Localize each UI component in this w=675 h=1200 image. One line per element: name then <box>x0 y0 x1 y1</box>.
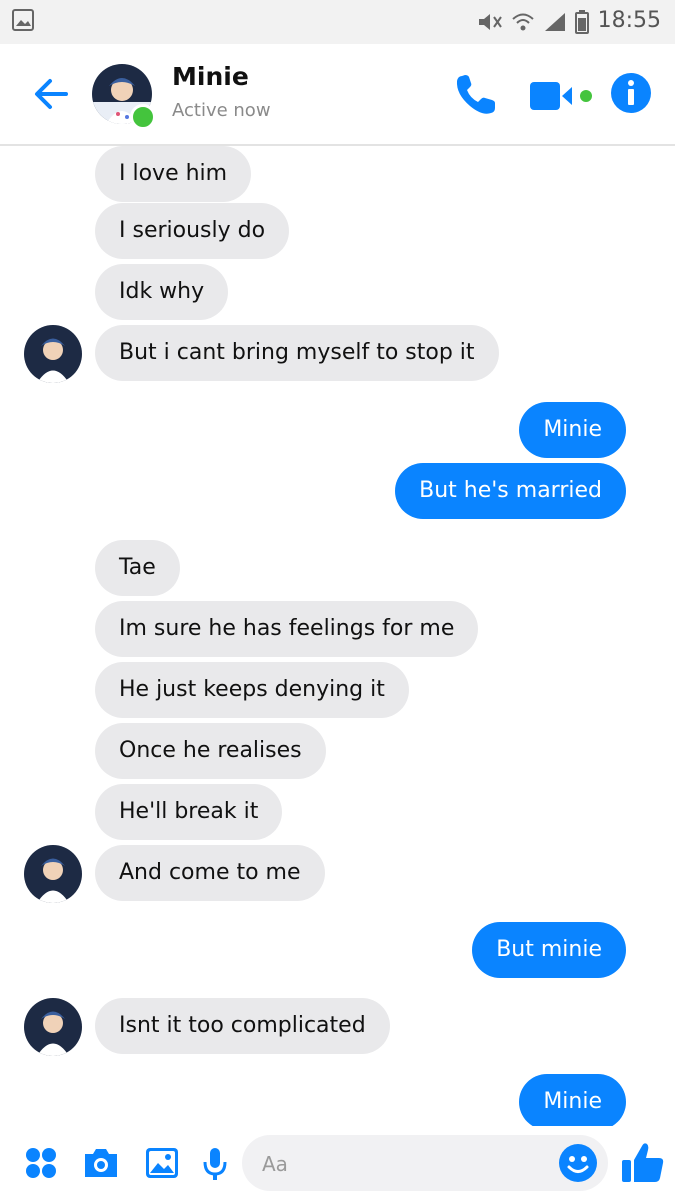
outgoing-message[interactable]: Minie <box>519 402 626 458</box>
video-camera-icon[interactable] <box>528 76 596 116</box>
incoming-message[interactable]: Once he realises <box>95 723 326 779</box>
gallery-icon <box>12 9 34 31</box>
outgoing-message[interactable]: Minie <box>519 1074 626 1126</box>
signal-icon <box>545 13 565 31</box>
message-input-container[interactable] <box>242 1135 608 1191</box>
mute-icon <box>479 14 502 30</box>
incoming-message[interactable]: He'll break it <box>95 784 283 840</box>
wifi-icon <box>512 13 534 31</box>
apps-icon[interactable] <box>24 1146 58 1180</box>
phone-icon[interactable] <box>452 72 498 118</box>
incoming-message[interactable]: I seriously do <box>95 203 290 259</box>
avatar[interactable] <box>24 998 82 1056</box>
message-input[interactable] <box>260 1145 544 1183</box>
incoming-message[interactable]: He just keeps denying it <box>95 662 409 718</box>
conversation-header: Minie Active now <box>0 44 675 146</box>
incoming-message[interactable]: But i cant bring myself to stop it <box>95 325 499 381</box>
info-icon[interactable] <box>610 72 652 114</box>
emoji-icon[interactable] <box>558 1143 598 1183</box>
back-arrow-icon[interactable] <box>30 72 74 116</box>
status-bar: 18:55 <box>0 0 675 44</box>
camera-icon[interactable] <box>82 1146 120 1180</box>
incoming-message[interactable]: Idk why <box>95 264 229 320</box>
incoming-message[interactable]: Im sure he has feelings for me <box>95 601 479 657</box>
active-status-dot <box>130 104 156 130</box>
incoming-message[interactable]: Isnt it too complicated <box>95 998 390 1054</box>
status-time: 18:55 <box>597 8 661 33</box>
avatar[interactable] <box>24 325 82 383</box>
contact-name[interactable]: Minie <box>172 62 249 91</box>
outgoing-message[interactable]: But he's married <box>395 463 626 519</box>
battery-icon <box>575 10 589 34</box>
message-composer <box>0 1126 675 1200</box>
image-icon[interactable] <box>144 1146 180 1180</box>
microphone-icon[interactable] <box>200 1146 230 1182</box>
thumbs-up-icon[interactable] <box>620 1140 666 1186</box>
message-thread[interactable]: I love him I seriously do Idk why But i … <box>0 146 675 1126</box>
incoming-message[interactable]: And come to me <box>95 845 325 901</box>
contact-status: Active now <box>172 100 271 121</box>
outgoing-message[interactable]: But minie <box>472 922 626 978</box>
avatar[interactable] <box>24 845 82 903</box>
incoming-message[interactable]: I love him <box>95 146 252 202</box>
incoming-message[interactable]: Tae <box>95 540 180 596</box>
